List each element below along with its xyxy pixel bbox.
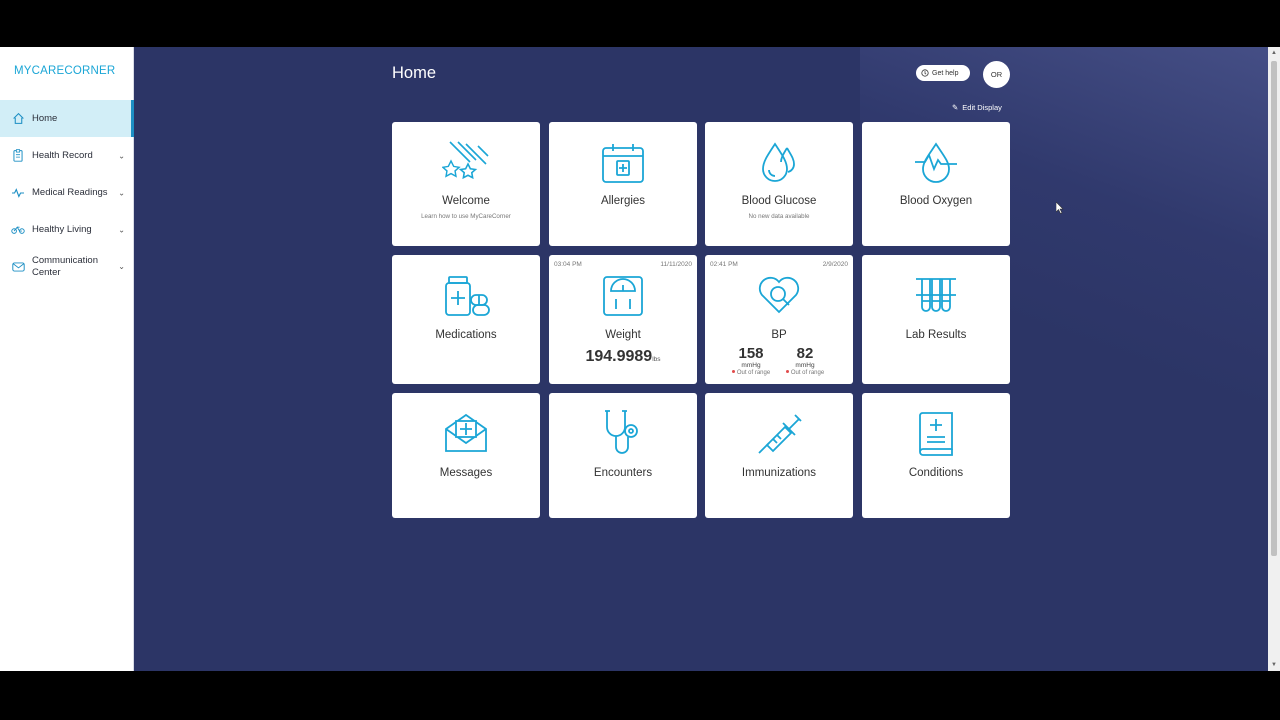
sidebar-item-health-record[interactable]: Health Record ⌄ [0,137,134,174]
diastolic-status: Out of range [779,369,831,377]
tile-label: Allergies [600,195,646,207]
scrollbar[interactable]: ▲ ▼ [1268,47,1280,671]
tile-immunizations[interactable]: Immunizations [705,393,853,518]
tile-lab-results[interactable]: Lab Results [862,255,1010,384]
sidebar-item-label: Medical Readings [32,187,108,198]
stethoscope-icon [605,410,638,454]
status-text: Out of range [736,370,771,376]
blood-drops-icon [762,142,795,182]
medical-book-icon [919,412,953,456]
logo-text: MYCARECORNER [14,65,116,77]
sidebar-item-healthy-living[interactable]: Healthy Living ⌄ [0,211,134,248]
diastolic-unit: mmHg [795,362,815,369]
weight-number: 194.9989 [585,348,653,365]
clipboard-icon [10,148,26,164]
sidebar-item-communication-center[interactable]: Communication Center ⌄ [0,248,134,286]
chevron-down-icon[interactable]: ⌄ [118,188,125,197]
weight-unit: lbs [652,356,661,363]
tile-label: Medications [435,329,497,341]
test-tubes-icon [916,278,956,312]
tile-label: Immunizations [741,467,817,479]
tile-blood-oxygen[interactable]: Blood Oxygen [862,122,1010,246]
weight-value: 194.9989lbs [549,348,697,366]
heart-search-icon [758,276,800,314]
systolic-unit: mmHg [741,362,761,369]
sidebar-item-label: Healthy Living [32,224,92,235]
scroll-down-icon[interactable]: ▼ [1271,662,1277,668]
tile-label: Blood Oxygen [899,195,973,207]
edit-display-button[interactable]: ✎ Edit Display [952,103,1002,112]
diastolic-value: 82 [796,345,814,362]
tile-bp[interactable]: 02:41 PM 2/9/2020 BP 158 mmHg Out of ran… [705,255,853,384]
tile-welcome[interactable]: Welcome Learn how to use MyCareCorner [392,122,540,246]
sidebar-item-label: Communication Center [32,255,98,278]
pill-bottle-icon [445,276,490,316]
status-text: Out of range [790,370,825,376]
tile-allergies[interactable]: Allergies [549,122,697,246]
readings-icon [10,185,26,201]
tile-label: Welcome [442,195,490,207]
tile-weight[interactable]: 03:04 PM 11/11/2020 Weight 194.9989lbs [549,255,697,384]
systolic-status: Out of range [725,369,777,377]
tile-label: Lab Results [905,329,967,341]
tile-label: Conditions [908,467,964,479]
tile-label: Weight [605,329,641,341]
sidebar-item-label: Health Record [32,150,93,161]
sidebar-item-label: Home [32,113,58,124]
scale-icon [603,276,643,316]
status-dot [785,370,789,373]
calendar-plus-icon [602,144,644,183]
reading-date: 11/11/2020 [660,261,692,268]
app-logo[interactable]: MYCARECORNER [14,65,115,77]
bp-systolic: 158 mmHg Out of range [725,346,777,377]
oxygen-drop-icon [915,142,957,183]
page-title: Home [392,64,437,82]
reading-time: 02:41 PM [710,261,738,268]
sidebar-item-home[interactable]: Home [0,100,134,137]
tile-messages[interactable]: Messages [392,393,540,518]
reading-date: 2/9/2020 [822,261,848,268]
sidebar-item-medical-readings[interactable]: Medical Readings ⌄ [0,174,134,211]
tile-conditions[interactable]: Conditions [862,393,1010,518]
tile-encounters[interactable]: Encounters [549,393,697,518]
sidebar-nav: Home Health Record ⌄ Medical Readings ⌄ [0,100,134,286]
home-icon [10,111,26,127]
bp-diastolic: 82 mmHg Out of range [779,346,831,377]
chat-icon [10,259,26,275]
help-icon [921,69,929,77]
chevron-down-icon[interactable]: ⌄ [118,225,125,234]
app-window: MYCARECORNER Home Health Record ⌄ Medica… [0,47,1280,671]
status-dot [731,370,735,373]
tile-label: Encounters [593,467,653,479]
tile-label: Messages [439,467,493,479]
scrollbar-thumb[interactable] [1271,61,1277,556]
bike-icon [10,222,26,238]
tile-label: Blood Glucose [741,195,817,207]
syringe-icon [758,414,802,454]
pencil-icon: ✎ [952,103,959,112]
avatar-initials: OR [990,70,1003,79]
systolic-value: 158 [738,345,764,362]
sidebar: MYCARECORNER Home Health Record ⌄ Medica… [0,47,134,671]
chevron-down-icon[interactable]: ⌄ [118,261,125,273]
get-help-label: Get help [932,69,959,77]
tile-label: BP [771,329,787,341]
mouse-cursor-icon [1056,202,1064,214]
avatar[interactable]: OR [983,61,1010,88]
get-help-button[interactable]: Get help [916,65,970,81]
scroll-up-icon[interactable]: ▲ [1271,50,1277,56]
tile-medications[interactable]: Medications [392,255,540,384]
tile-blood-glucose[interactable]: Blood Glucose No new data available [705,122,853,246]
chevron-down-icon[interactable]: ⌄ [118,151,125,160]
edit-display-label: Edit Display [962,103,1002,112]
stars-icon [442,141,489,180]
reading-time: 03:04 PM [554,261,582,268]
tile-subtitle: No new data available [748,213,810,220]
tile-subtitle: Learn how to use MyCareCorner [421,213,511,220]
medical-mail-icon [445,413,487,452]
